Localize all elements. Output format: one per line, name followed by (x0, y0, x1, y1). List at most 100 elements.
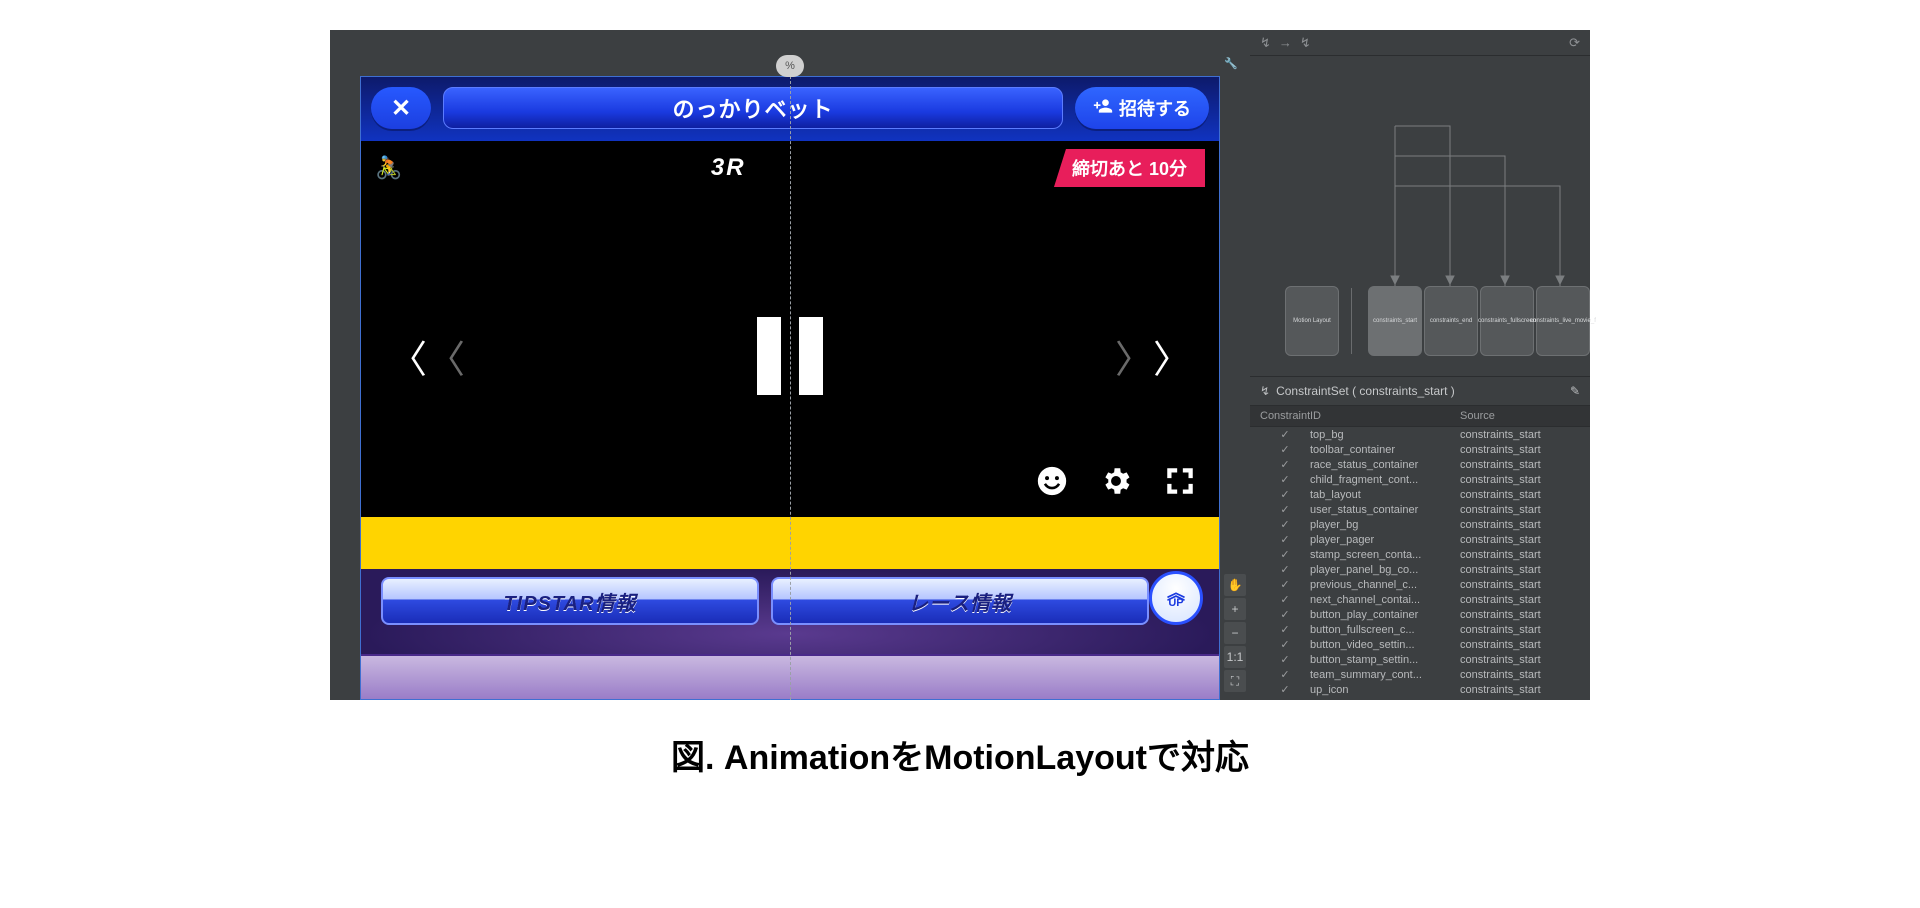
col-constraint: Constraint (1260, 410, 1310, 422)
previous-channel-button[interactable]: 〈〈 (389, 329, 465, 384)
zoom-fit-button[interactable]: 1:1 (1224, 646, 1246, 668)
constraint-id: button_stamp_settin... (1310, 654, 1460, 666)
check-icon: ✓ (1260, 518, 1310, 531)
check-icon: ✓ (1260, 683, 1310, 696)
table-row[interactable]: ✓up_iconconstraints_start (1250, 682, 1590, 697)
tab-tipstar[interactable]: TIPSTAR情報 (381, 577, 759, 625)
chevron-right-icon: 〉 (1115, 329, 1153, 384)
table-row[interactable]: ✓button_fullscreen_c...constraints_start (1250, 622, 1590, 637)
table-row[interactable]: ✓previous_channel_c...constraints_start (1250, 577, 1590, 592)
constraint-id: team_summary_cont... (1310, 669, 1460, 681)
create-click-icon[interactable]: → (1279, 35, 1292, 50)
table-row[interactable]: ✓button_play_containerconstraints_start (1250, 607, 1590, 622)
check-icon: ✓ (1260, 533, 1310, 546)
tab-layout: TIPSTAR情報 レース情報 (381, 577, 1149, 625)
create-transition-icon[interactable]: ↯ (1260, 35, 1271, 51)
layout-editor-canvas: % 🔧 ✕ のっかりベット 招待する 🚴 (330, 30, 1250, 700)
table-row[interactable]: ✓button_video_settin...constraints_start (1250, 637, 1590, 652)
constraint-source: constraints_start (1460, 489, 1580, 501)
constraint-id: player_pager (1310, 534, 1460, 546)
table-row[interactable]: ✓player_pagerconstraints_start (1250, 532, 1590, 547)
constraint-source: constraints_start (1460, 474, 1580, 486)
zoom-in-button[interactable]: + (1224, 598, 1246, 620)
table-row[interactable]: ✓next_channel_contai...constraints_start (1250, 592, 1590, 607)
constraint-set-node-live-movie[interactable]: constraints_live_movie_f (1536, 286, 1590, 356)
constraint-set-node-fullscreen[interactable]: constraints_fullscreen (1480, 286, 1534, 356)
table-row[interactable]: ✓tab_layoutconstraints_start (1250, 487, 1590, 502)
constraint-set-node-end[interactable]: constraints_end (1424, 286, 1478, 356)
constraint-id: next_channel_contai... (1310, 594, 1460, 606)
constraint-table-body[interactable]: ✓top_bgconstraints_start✓toolbar_contain… (1250, 427, 1590, 700)
constraint-source: constraints_start (1460, 579, 1580, 591)
constraint-source: constraints_start (1460, 519, 1580, 531)
wrench-icon[interactable]: 🔧 (1224, 57, 1238, 70)
zoom-controls: ✋ + − 1:1 ⛶ (1224, 574, 1246, 692)
up-label: UP (1168, 597, 1183, 609)
check-icon: ✓ (1260, 488, 1310, 501)
chevron-left-icon: 〈 (389, 329, 427, 384)
constraint-id: button_fullscreen_c... (1310, 624, 1460, 636)
col-source: Source (1460, 410, 1580, 422)
table-row[interactable]: ✓button_stamp_settin...constraints_start (1250, 652, 1590, 667)
constraint-set-header: ↯ ConstraintSet ( constraints_start ) ✎ (1250, 376, 1590, 406)
constraint-source: constraints_start (1460, 624, 1580, 636)
constraint-id: race_status_container (1310, 459, 1460, 471)
close-button[interactable]: ✕ (371, 87, 431, 129)
constraint-source: constraints_start (1460, 699, 1580, 701)
constraint-set-node-start[interactable]: constraints_start (1368, 286, 1422, 356)
zoom-full-button[interactable]: ⛶ (1224, 670, 1246, 692)
constraint-set-title: ConstraintSet ( constraints_start ) (1276, 384, 1455, 398)
fullscreen-button[interactable] (1163, 464, 1197, 503)
table-row[interactable]: ✓race_status_containerconstraints_start (1250, 457, 1590, 472)
table-row[interactable]: ✓down_iconconstraints_start (1250, 697, 1590, 700)
table-row[interactable]: ✓top_bgconstraints_start (1250, 427, 1590, 442)
motion-layout-panel: ↯ → ↯ ⟳ Motion Layout constraints (1250, 30, 1590, 700)
edit-icon[interactable]: ✎ (1570, 384, 1580, 398)
pause-bar-icon (799, 317, 823, 395)
percent-badge[interactable]: % (776, 55, 804, 77)
next-channel-button[interactable]: 〉〉 (1115, 329, 1191, 384)
table-row[interactable]: ✓toolbar_containerconstraints_start (1250, 442, 1590, 457)
panel-toolbar: ↯ → ↯ ⟳ (1250, 30, 1590, 56)
constraint-source: constraints_start (1460, 549, 1580, 561)
figure-caption: 図. AnimationをMotionLayoutで対応 (330, 730, 1590, 779)
check-icon: ✓ (1260, 428, 1310, 441)
check-icon: ✓ (1260, 668, 1310, 681)
table-row[interactable]: ✓child_fragment_cont...constraints_start (1250, 472, 1590, 487)
table-row[interactable]: ✓player_bgconstraints_start (1250, 517, 1590, 532)
invite-label: 招待する (1119, 95, 1191, 121)
tab-race[interactable]: レース情報 (771, 577, 1149, 625)
create-swipe-icon[interactable]: ↯ (1300, 35, 1311, 51)
constraint-source: constraints_start (1460, 459, 1580, 471)
constraint-source: constraints_start (1460, 534, 1580, 546)
race-number: 3R (402, 154, 1054, 182)
table-row[interactable]: ✓team_summary_cont...constraints_start (1250, 667, 1590, 682)
table-row[interactable]: ✓stamp_screen_conta...constraints_start (1250, 547, 1590, 562)
check-icon: ✓ (1260, 623, 1310, 636)
constraint-source: constraints_start (1460, 669, 1580, 681)
constraint-id: toolbar_container (1310, 444, 1460, 456)
constraint-source: constraints_start (1460, 444, 1580, 456)
table-row[interactable]: ✓player_panel_bg_co...constraints_start (1250, 562, 1590, 577)
constraint-source: constraints_start (1460, 684, 1580, 696)
invite-button[interactable]: 招待する (1075, 87, 1209, 129)
constraint-source: constraints_start (1460, 594, 1580, 606)
pause-bar-icon (757, 317, 781, 395)
check-icon: ✓ (1260, 638, 1310, 651)
constraint-id: tab_layout (1310, 489, 1460, 501)
motion-scene-graph[interactable]: Motion Layout constraints_start constrai… (1250, 56, 1590, 376)
video-settings-button[interactable] (1099, 464, 1133, 503)
person-add-icon (1093, 96, 1113, 121)
stamp-settings-button[interactable] (1035, 464, 1069, 503)
table-row[interactable]: ✓user_status_containerconstraints_start (1250, 502, 1590, 517)
up-button[interactable]: ︽ UP (1149, 571, 1203, 625)
cycle-icon[interactable]: ⟳ (1569, 35, 1580, 51)
zoom-out-button[interactable]: − (1224, 622, 1246, 644)
check-icon: ✓ (1260, 443, 1310, 456)
constraint-id: up_icon (1310, 684, 1460, 696)
constraint-id: stamp_screen_conta... (1310, 549, 1460, 561)
constraint-id: user_status_container (1310, 504, 1460, 516)
pan-tool-button[interactable]: ✋ (1224, 574, 1246, 596)
motion-layout-node[interactable]: Motion Layout (1285, 286, 1339, 356)
check-icon: ✓ (1260, 578, 1310, 591)
